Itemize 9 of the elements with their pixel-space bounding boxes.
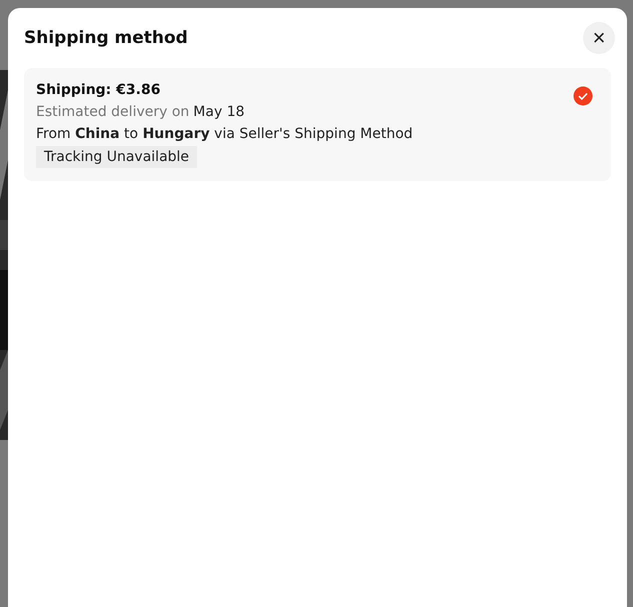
shipping-price: Shipping: €3.86	[36, 82, 160, 98]
shipping-option[interactable]: Shipping: €3.86 Estimated delivery on May 18 From China to Hungary via Seller's Shipping Method Tracking Unavailable	[24, 68, 611, 181]
tracking-tag: Tracking Unavailable	[36, 146, 198, 168]
shipping-route: From China to Hungary via Seller's Shipping Method	[36, 126, 413, 142]
close-button[interactable]: ×	[583, 22, 615, 54]
delivery-date: May 18	[193, 104, 245, 120]
check-icon[interactable]	[573, 86, 593, 106]
dialog-title: Shipping method	[24, 28, 188, 48]
delivery-label: Estimated delivery on	[36, 104, 190, 120]
